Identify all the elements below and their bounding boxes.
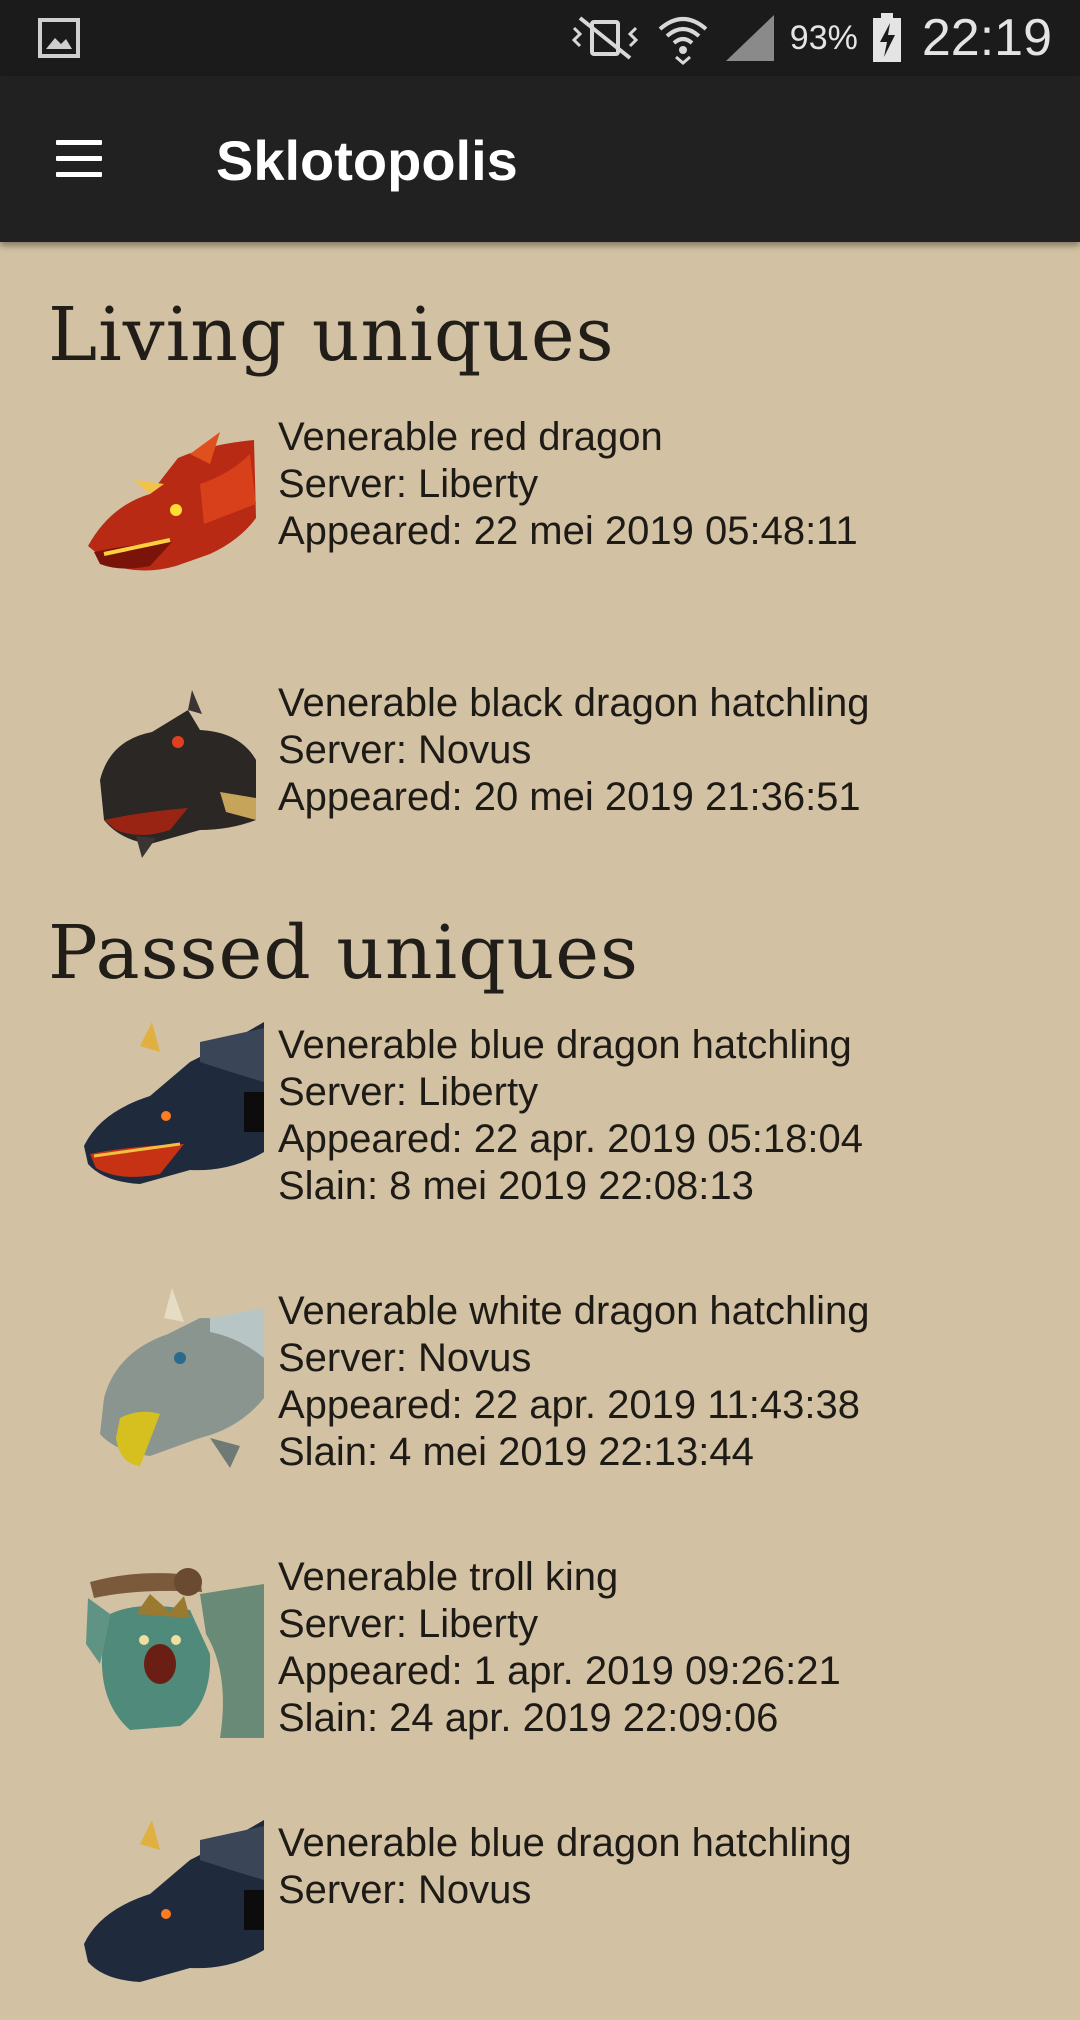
unique-info: Venerable black dragon hatchling Server:… (278, 680, 870, 821)
unique-info: Venerable red dragon Server: Liberty App… (278, 414, 858, 555)
blue-dragon-icon (84, 1820, 264, 1982)
unique-name: Venerable blue dragon hatchling (278, 1023, 852, 1067)
unique-info: Venerable troll king Server: Liberty App… (278, 1554, 841, 1742)
living-uniques-heading: Living uniques (48, 292, 615, 378)
unique-slain: Slain: 4 mei 2019 22:13:44 (278, 1430, 754, 1474)
unique-info: Venerable white dragon hatchling Server:… (278, 1288, 870, 1476)
unique-info: Venerable blue dragon hatchling Server: … (278, 1820, 852, 1914)
vibrate-mute-icon (571, 16, 638, 60)
unique-server: Server: Liberty (278, 1070, 539, 1114)
white-dragon-icon (100, 1288, 264, 1468)
battery-percent: 93% (789, 18, 858, 57)
unique-appeared: Appeared: 1 apr. 2019 09:26:21 (278, 1649, 841, 1693)
unique-server: Server: Liberty (278, 462, 539, 506)
unique-name: Venerable white dragon hatchling (278, 1289, 870, 1333)
passed-uniques-heading: Passed uniques (48, 910, 640, 996)
app-bar: Sklotopolis (0, 76, 1080, 242)
unique-server: Server: Novus (278, 1336, 532, 1380)
unique-server: Server: Liberty (278, 1602, 539, 1646)
battery-charging-icon (872, 13, 901, 62)
black-dragon-icon (100, 690, 256, 858)
unique-slain: Slain: 8 mei 2019 22:08:13 (278, 1164, 754, 1208)
app-title: Sklotopolis (216, 129, 518, 192)
wifi-icon (658, 17, 708, 65)
status-bar: 93% 22:19 (0, 0, 1080, 76)
unique-name: Venerable black dragon hatchling (278, 681, 870, 725)
gallery-notification-icon (38, 18, 80, 58)
unique-slain: Slain: 24 apr. 2019 22:09:06 (278, 1696, 779, 1740)
blue-dragon-icon (84, 1022, 264, 1184)
clock: 22:19 (921, 9, 1052, 67)
menu-icon[interactable] (46, 130, 112, 188)
signal-icon (725, 15, 774, 61)
unique-name: Venerable red dragon (278, 415, 663, 459)
unique-appeared: Appeared: 22 mei 2019 05:48:11 (278, 509, 858, 553)
unique-appeared: Appeared: 22 apr. 2019 05:18:04 (278, 1117, 863, 1161)
unique-info: Venerable blue dragon hatchling Server: … (278, 1022, 863, 1210)
red-dragon-icon (88, 432, 256, 571)
unique-name: Venerable blue dragon hatchling (278, 1821, 852, 1865)
unique-server: Server: Novus (278, 1868, 532, 1912)
unique-server: Server: Novus (278, 728, 532, 772)
unique-appeared: Appeared: 20 mei 2019 21:36:51 (278, 775, 861, 819)
unique-appeared: Appeared: 22 apr. 2019 11:43:38 (278, 1383, 860, 1427)
unique-name: Venerable troll king (278, 1555, 619, 1599)
troll-king-icon (86, 1568, 264, 1738)
